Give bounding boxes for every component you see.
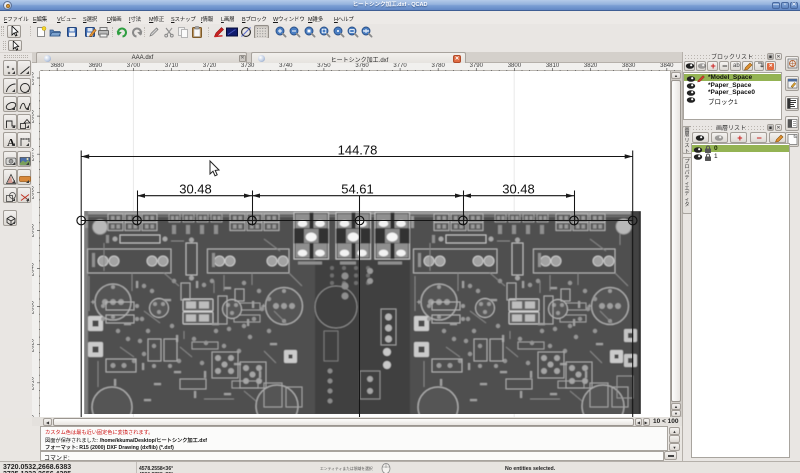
svg-text:30.48: 30.48	[179, 182, 212, 197]
svg-text:54.61: 54.61	[341, 182, 374, 197]
svg-text:144.78: 144.78	[338, 143, 378, 158]
svg-text:30.48: 30.48	[502, 182, 535, 197]
